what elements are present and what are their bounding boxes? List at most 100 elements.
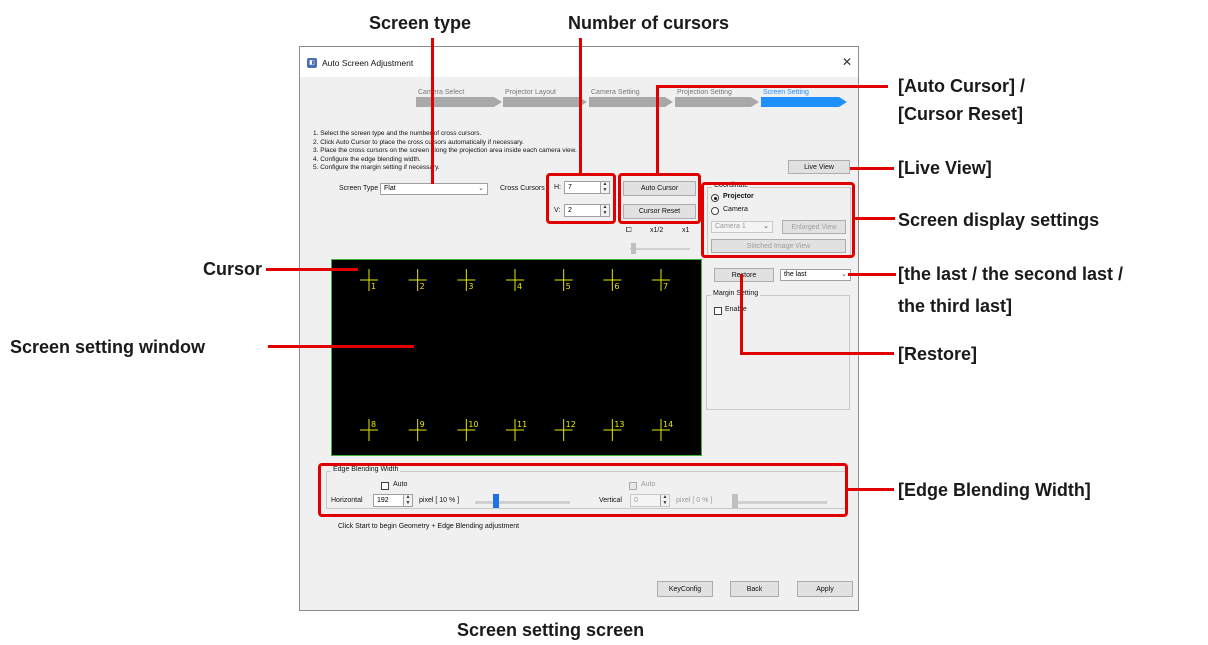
- cross-cursor[interactable]: 9: [408, 419, 427, 441]
- back-button[interactable]: Back: [730, 581, 779, 597]
- screen-type-select[interactable]: Flat ⌄: [380, 183, 488, 195]
- callout-restore: [Restore]: [898, 344, 978, 364]
- zoom-half-label: x1/2: [650, 227, 664, 234]
- window-title: Auto Screen Adjustment: [322, 58, 414, 68]
- callout-auto-cursor-2: [Cursor Reset]: [898, 104, 1024, 124]
- callout-number-of-cursors: Number of cursors: [568, 13, 730, 33]
- callout-the-last-1: [the last / the second last /: [898, 264, 1124, 284]
- leader-line: [850, 167, 894, 170]
- live-view-button[interactable]: Live View: [788, 160, 850, 174]
- cross-cursor[interactable]: 3: [457, 269, 476, 291]
- cross-cursor[interactable]: 4: [506, 269, 524, 291]
- cursor-number-label: 13: [614, 420, 624, 429]
- close-icon[interactable]: ✕: [842, 55, 852, 69]
- cursor-number-label: 1: [371, 282, 376, 291]
- leader-line: [656, 85, 888, 88]
- cross-cursor[interactable]: 5: [554, 269, 573, 291]
- callout-the-last-2: the third last]: [898, 296, 1013, 316]
- chevron-down-icon: ⌄: [841, 271, 847, 278]
- cursor-number-label: 9: [420, 420, 425, 429]
- step-arrow-projector-layout: [503, 97, 587, 107]
- leader-line: [266, 268, 358, 271]
- cross-cursor[interactable]: 10: [457, 419, 479, 441]
- step-arrow-projection-setting: [675, 97, 759, 107]
- leader-line: [740, 274, 743, 355]
- callout-edge-blending: [Edge Blending Width]: [898, 480, 1091, 500]
- cursor-number-label: 4: [517, 282, 522, 291]
- chevron-down-icon: ⌄: [478, 185, 484, 192]
- step-arrow-screen-setting: [761, 97, 847, 107]
- auto-cursor-highlight: [618, 173, 701, 224]
- fit-zoom-icon[interactable]: ⧠: [626, 227, 632, 235]
- cursor-number-label: 3: [468, 282, 473, 291]
- leader-line: [579, 38, 582, 175]
- leader-line: [431, 38, 434, 184]
- screen-type-label: Screen Type: [339, 185, 379, 192]
- leader-line: [855, 217, 895, 220]
- callout-cursor: Cursor: [203, 259, 263, 279]
- restore-history-select[interactable]: the last ⌄: [780, 269, 851, 281]
- cross-cursor[interactable]: 12: [554, 419, 576, 441]
- cursor-number-label: 5: [566, 282, 571, 291]
- callout-screen-display: Screen display settings: [898, 210, 1100, 230]
- status-text: Click Start to begin Geometry + Edge Ble…: [338, 523, 520, 530]
- cursor-number-label: 12: [566, 420, 576, 429]
- screen-setting-preview[interactable]: 1 2 3 4 5 6 7 8 9 10 11 12 13 14: [331, 259, 702, 456]
- apply-button[interactable]: Apply: [797, 581, 853, 597]
- figure-caption: Screen setting screen: [457, 620, 645, 640]
- cursor-number-label: 8: [371, 420, 376, 429]
- step-projector-layout[interactable]: Projector Layout: [505, 89, 556, 96]
- step-camera-setting[interactable]: Camera Setting: [591, 89, 640, 96]
- instructions: 1. Select the screen type and the number…: [313, 130, 577, 173]
- cursor-number-label: 14: [663, 420, 673, 429]
- cursor-number-label: 6: [614, 282, 619, 291]
- instruction-line: 5. Configure the margin setting if neces…: [313, 164, 440, 171]
- cursor-overlay: 1 2 3 4 5 6 78 9 10 11 12 13 14: [360, 269, 673, 441]
- cursor-number-label: 7: [663, 282, 668, 291]
- app-icon: ◧: [307, 58, 317, 68]
- margin-setting-title: Margin Setting: [711, 290, 761, 297]
- cross-cursor[interactable]: 2: [408, 269, 427, 291]
- restore-history-value: the last: [784, 271, 807, 278]
- instruction-line: 2. Click Auto Cursor to place the cross …: [313, 138, 524, 146]
- cross-cursor[interactable]: 7: [652, 269, 670, 291]
- cross-cursor[interactable]: 13: [603, 419, 625, 441]
- cursor-number-label: 10: [468, 420, 478, 429]
- callout-auto-cursor-1: [Auto Cursor] /: [898, 76, 1025, 96]
- step-arrow-camera-setting: [589, 97, 673, 107]
- cursor-number-label: 11: [517, 420, 527, 429]
- leader-line: [740, 352, 894, 355]
- instruction-line: 4. Configure the edge blending width.: [313, 155, 421, 163]
- leader-line: [848, 273, 896, 276]
- zoom-slider-track[interactable]: [630, 248, 690, 250]
- screen-type-value: Flat: [384, 185, 396, 192]
- cursor-number-label: 2: [420, 282, 425, 291]
- leader-line: [268, 345, 414, 348]
- leader-line: [848, 488, 894, 491]
- callout-screen-type: Screen type: [369, 13, 472, 33]
- step-screen-setting[interactable]: Screen Setting: [763, 89, 809, 96]
- callout-screen-setting-window: Screen setting window: [10, 337, 206, 357]
- callout-live-view: [Live View]: [898, 158, 992, 178]
- step-projection-setting[interactable]: Projection Setting: [677, 89, 732, 96]
- cross-cursor[interactable]: 11: [506, 419, 527, 441]
- cross-cursor[interactable]: 8: [360, 419, 378, 441]
- margin-enable-label: Enable: [725, 306, 747, 313]
- number-of-cursors-highlight: [546, 173, 616, 224]
- restore-button[interactable]: Restore: [714, 268, 774, 282]
- zoom-one-label: x1: [682, 227, 690, 234]
- zoom-slider-thumb[interactable]: [631, 243, 636, 254]
- keyconfig-button[interactable]: KeyConfig: [657, 581, 713, 597]
- margin-enable-checkbox[interactable]: [714, 307, 722, 315]
- step-arrow-camera-select: [416, 97, 502, 107]
- cross-cursor[interactable]: 1: [360, 269, 378, 291]
- screen-display-highlight: [701, 182, 855, 258]
- cross-cursors-label: Cross Cursors: [500, 185, 545, 192]
- instruction-line: 1. Select the screen type and the number…: [313, 130, 482, 137]
- edge-blending-highlight: [318, 463, 848, 517]
- instruction-line: 3. Place the cross cursors on the screen…: [313, 147, 577, 154]
- leader-line: [656, 85, 659, 175]
- cross-cursor[interactable]: 14: [652, 419, 673, 441]
- cross-cursor[interactable]: 6: [603, 269, 622, 291]
- step-camera-select[interactable]: Camera Select: [418, 89, 464, 96]
